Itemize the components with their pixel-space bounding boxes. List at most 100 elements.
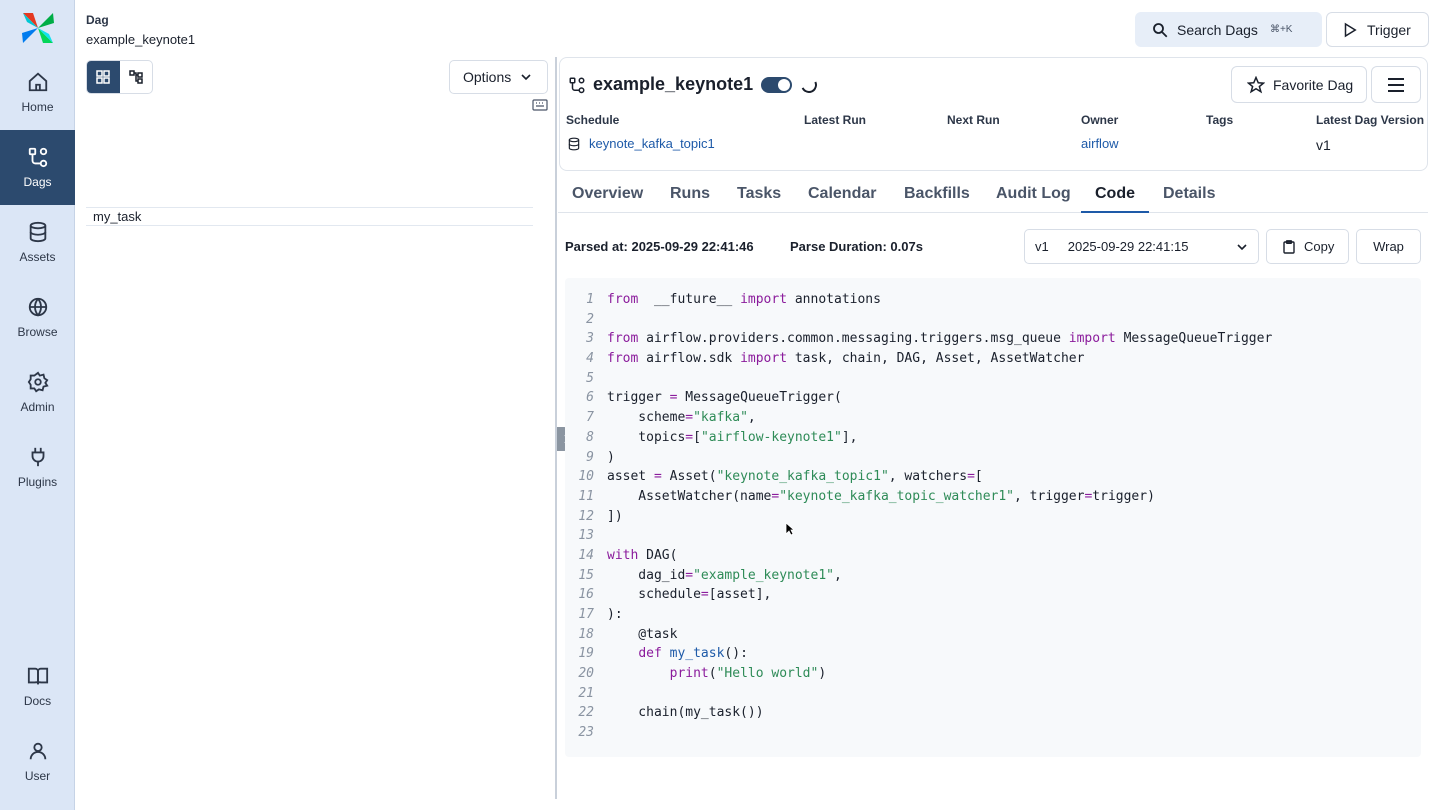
line-number: 13 [578, 528, 594, 544]
code-text: ): [607, 607, 623, 622]
meta-tags-header: Tags [1206, 113, 1234, 127]
dags-icon [569, 77, 585, 93]
tab-backfills[interactable]: Backfills [890, 175, 984, 213]
parsed-at: Parsed at: 2025-09-29 22:41:46 [565, 239, 754, 254]
database-icon [568, 137, 580, 150]
code-text: asset = Asset("keynote_kafka_topic1", wa… [607, 469, 983, 485]
code-text: print("Hello world") [669, 666, 827, 682]
options-label: Options [463, 69, 512, 85]
code-text: from __future__ import annotations [607, 292, 881, 307]
sidebar-item-label: Docs [23, 694, 52, 708]
dag-title: example_keynote1 [568, 74, 820, 95]
code-text: from airflow.providers.common.messaging.… [607, 331, 1273, 347]
sidebar-item-label: Assets [19, 250, 56, 264]
sidebar-item-docs[interactable]: Docs [0, 649, 75, 724]
globe-icon [28, 297, 47, 317]
tab-audit-log[interactable]: Audit Log [982, 175, 1085, 213]
owner-link[interactable]: airflow [1081, 136, 1119, 151]
code-line: 1 from __future__ import annotations [565, 290, 1421, 310]
code-line: 12]) [565, 507, 1421, 527]
code-line: 20 print("Hello world") [565, 664, 1421, 684]
star-icon [1247, 75, 1265, 93]
code-line: 22 chain(my_task()) [565, 703, 1421, 723]
favorite-dag-button[interactable]: Favorite Dag [1231, 66, 1367, 103]
code-line: 8 topics=["airflow-keynote1"], [565, 428, 1421, 448]
gear-icon [27, 371, 49, 393]
menu-button[interactable] [1371, 66, 1421, 103]
schedule-asset-link[interactable]: keynote_kafka_topic1 [589, 136, 715, 151]
line-number: 22 [578, 705, 594, 721]
copy-button[interactable]: Copy [1266, 229, 1349, 264]
code-text: topics=["airflow-keynote1"], [607, 429, 858, 445]
code-text: trigger = MessageQueueTrigger( [607, 390, 842, 406]
code-text: ) [607, 449, 615, 465]
wrap-button[interactable]: Wrap [1356, 229, 1421, 264]
code-line: 5 [565, 369, 1421, 389]
play-icon [1344, 22, 1357, 37]
code-line: 23 [565, 723, 1421, 743]
sidebar-item-admin[interactable]: Admin [0, 355, 75, 430]
code-line: 21 [565, 684, 1421, 704]
home-icon [28, 72, 47, 92]
book-icon [27, 667, 48, 685]
trigger-button[interactable]: Trigger [1326, 12, 1429, 47]
keyboard-icon[interactable] [532, 99, 548, 111]
code-text: schedule=[asset], [607, 587, 772, 603]
code-line: 15 dag_id="example_keynote1", [565, 566, 1421, 586]
tab-tasks[interactable]: Tasks [723, 175, 795, 213]
version-select[interactable]: v1 2025-09-29 22:41:15 [1024, 229, 1259, 264]
tab-runs[interactable]: Runs [656, 175, 724, 213]
code-line: 17): [565, 605, 1421, 625]
tab-details[interactable]: Details [1149, 175, 1229, 213]
graph-view-button[interactable] [120, 61, 153, 93]
tab-calendar[interactable]: Calendar [794, 175, 890, 213]
line-number: 14 [578, 547, 594, 563]
sidebar-item-label: Home [21, 100, 54, 114]
line-number: 15 [578, 567, 594, 583]
user-icon [29, 742, 46, 760]
loading-spinner-icon [798, 74, 820, 95]
line-number: 11 [578, 488, 594, 504]
line-number: 20 [578, 666, 594, 682]
sidebar: Home Dags Assets Browse Admin Plugins Do… [0, 0, 75, 810]
search-shortcut: ⌘+K [1269, 24, 1293, 35]
version-select-version: v1 [1035, 239, 1049, 254]
sidebar-item-home[interactable]: Home [0, 55, 75, 130]
airflow-logo[interactable] [19, 10, 57, 46]
task-row[interactable]: my_task [86, 207, 533, 226]
line-number: 9 [586, 449, 594, 465]
line-number: 4 [586, 351, 594, 367]
line-number: 8 [586, 429, 594, 445]
tab-code[interactable]: Code [1081, 175, 1149, 213]
schedule-value[interactable]: keynote_kafka_topic1 [567, 136, 715, 151]
line-number: 5 [586, 370, 594, 386]
graph-icon [129, 70, 143, 84]
version-value: v1 [1316, 137, 1331, 153]
code-text: ]) [607, 508, 623, 524]
code-text: @task [607, 626, 678, 642]
grid-view-button[interactable] [87, 61, 120, 93]
line-number: 3 [586, 331, 594, 347]
database-icon [29, 221, 46, 243]
dag-pause-toggle[interactable] [761, 76, 793, 93]
tab-overview[interactable]: Overview [558, 175, 657, 213]
code-viewer[interactable]: 1 from __future__ import annotations 2 3 fro… [565, 278, 1421, 757]
favorite-label: Favorite Dag [1273, 76, 1354, 93]
sidebar-item-assets[interactable]: Assets [0, 205, 75, 280]
plug-icon [31, 447, 44, 467]
sidebar-item-user[interactable]: User [0, 724, 75, 799]
sidebar-item-dags[interactable]: Dags [0, 130, 75, 205]
breadcrumb-label: Dag [86, 13, 109, 27]
code-text: AssetWatcher(name="keynote_kafka_topic_w… [607, 488, 1155, 504]
meta-latest-run-header: Latest Run [804, 113, 867, 127]
breadcrumb-dag-name[interactable]: example_keynote1 [86, 32, 195, 47]
options-button[interactable]: Options [449, 60, 548, 94]
hamburger-icon [1388, 77, 1404, 92]
line-number: 1 [586, 292, 594, 307]
search-dags-button[interactable]: Search Dags ⌘+K [1135, 12, 1322, 47]
sidebar-item-plugins[interactable]: Plugins [0, 430, 75, 505]
sidebar-item-label: Plugins [17, 475, 58, 489]
version-select-date: 2025-09-29 22:41:15 [1067, 239, 1189, 254]
sidebar-item-browse[interactable]: Browse [0, 280, 75, 355]
code-line: 14 with DAG( [565, 546, 1421, 566]
